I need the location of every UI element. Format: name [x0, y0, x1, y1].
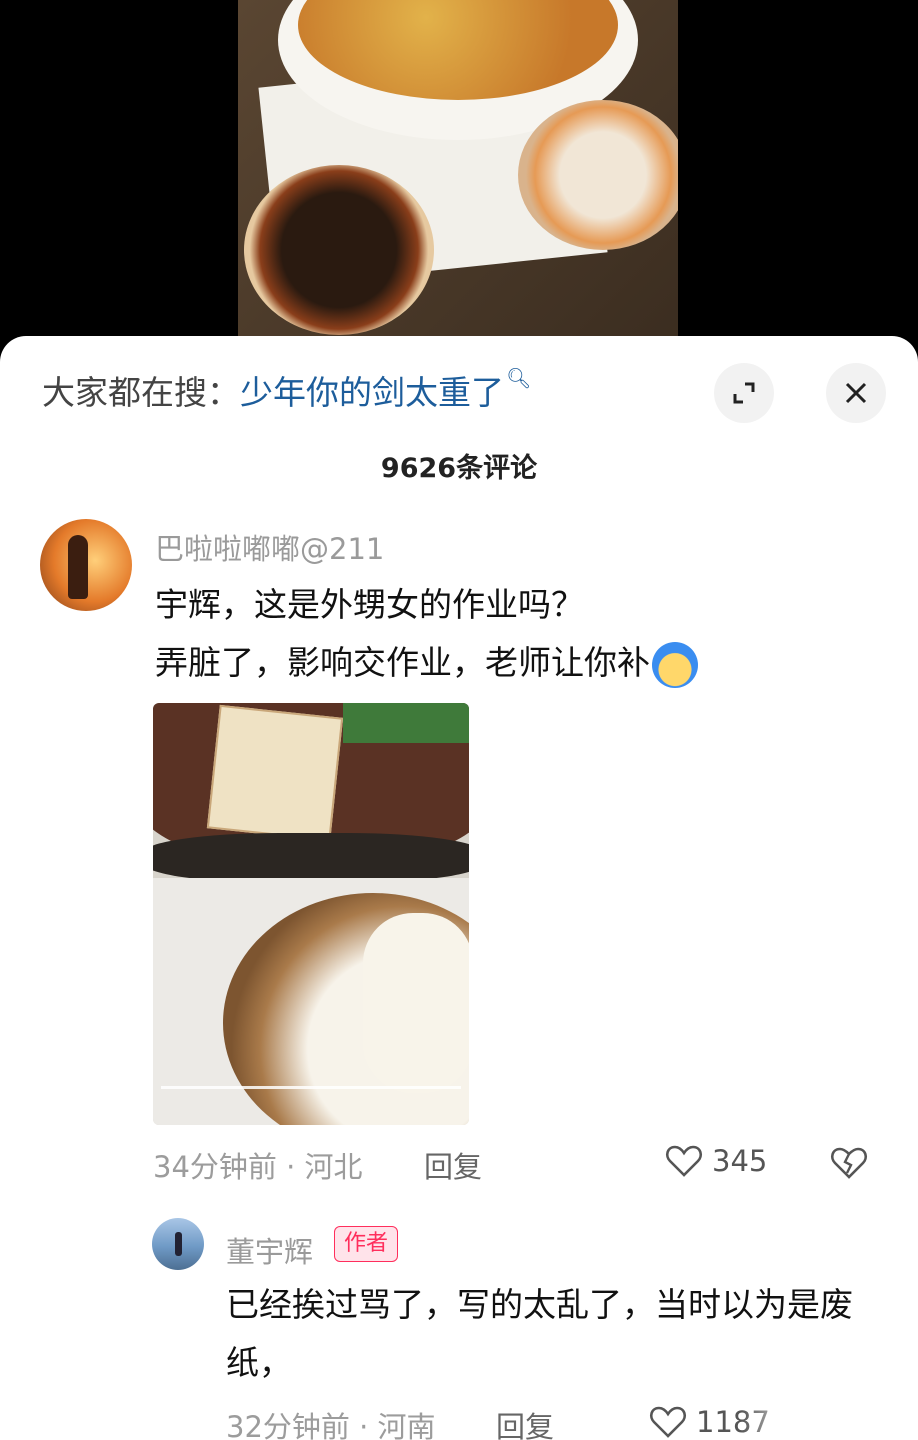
- comment-username[interactable]: 巴啦啦嘟嘟@211: [155, 526, 384, 568]
- expand-icon: [733, 382, 755, 404]
- magnifier-icon: 🔍︎: [506, 366, 532, 390]
- like-button[interactable]: 345: [664, 1141, 767, 1181]
- broken-heart-icon[interactable]: [828, 1141, 870, 1183]
- comments-panel: 大家都在搜：少年你的剑太重了 🔍︎ 9626条评论 巴啦啦嘟嘟@211 宇辉，这是…: [0, 336, 918, 1440]
- sauce-cup-empty: [518, 100, 678, 250]
- video-background: [0, 0, 918, 345]
- heart-icon: [665, 1145, 703, 1177]
- reply-button[interactable]: 回复: [424, 1144, 482, 1186]
- sauce-cup: [244, 165, 434, 335]
- reply-button[interactable]: 回复: [496, 1404, 554, 1440]
- comment-text: 已经挨过骂了，写的太乱了，当时以为是废纸，: [226, 1285, 853, 1382]
- emoji-icon: [652, 641, 698, 688]
- comment-image[interactable]: [153, 703, 469, 1125]
- avatar-silhouette: [68, 535, 88, 599]
- close-button[interactable]: [826, 363, 886, 423]
- comment-text: 宇辉，这是外甥女的作业吗？ 弄脏了，影响交作业，老师让你补: [155, 576, 698, 692]
- comment-count: 9626条评论: [380, 453, 538, 484]
- close-icon: [845, 382, 867, 404]
- expand-button[interactable]: [714, 363, 774, 423]
- comment-username[interactable]: 董宇辉: [226, 1229, 313, 1271]
- search-query-link[interactable]: 少年你的剑太重了: [240, 373, 504, 412]
- comment-line: 弄脏了，影响交作业，老师让你补: [155, 643, 650, 682]
- search-suggestion[interactable]: 大家都在搜：少年你的剑太重了 🔍︎: [42, 366, 531, 414]
- comment-meta: 32分钟前 · 河南: [226, 1410, 436, 1440]
- edge-fade: [740, 1396, 918, 1440]
- avatar-figure: [175, 1232, 182, 1256]
- avatar[interactable]: [152, 1218, 204, 1270]
- heart-icon: [649, 1406, 687, 1438]
- video-frame[interactable]: [238, 0, 678, 345]
- greens: [343, 703, 469, 743]
- avatar[interactable]: [40, 519, 132, 611]
- tofu: [206, 704, 344, 842]
- author-badge: 作者: [334, 1226, 399, 1262]
- comment-meta: 34分钟前 · 河北: [153, 1150, 363, 1184]
- comment-line-with-emoji: 弄脏了，影响交作业，老师让你补: [155, 634, 698, 692]
- like-count: 345: [712, 1144, 768, 1178]
- steamed-bun: [363, 913, 469, 1093]
- search-prefix: 大家都在搜：: [42, 373, 240, 412]
- pot-rim: [153, 833, 469, 883]
- comment-line: 宇辉，这是外甥女的作业吗？: [155, 585, 584, 624]
- video-progress-bar[interactable]: [161, 1086, 461, 1089]
